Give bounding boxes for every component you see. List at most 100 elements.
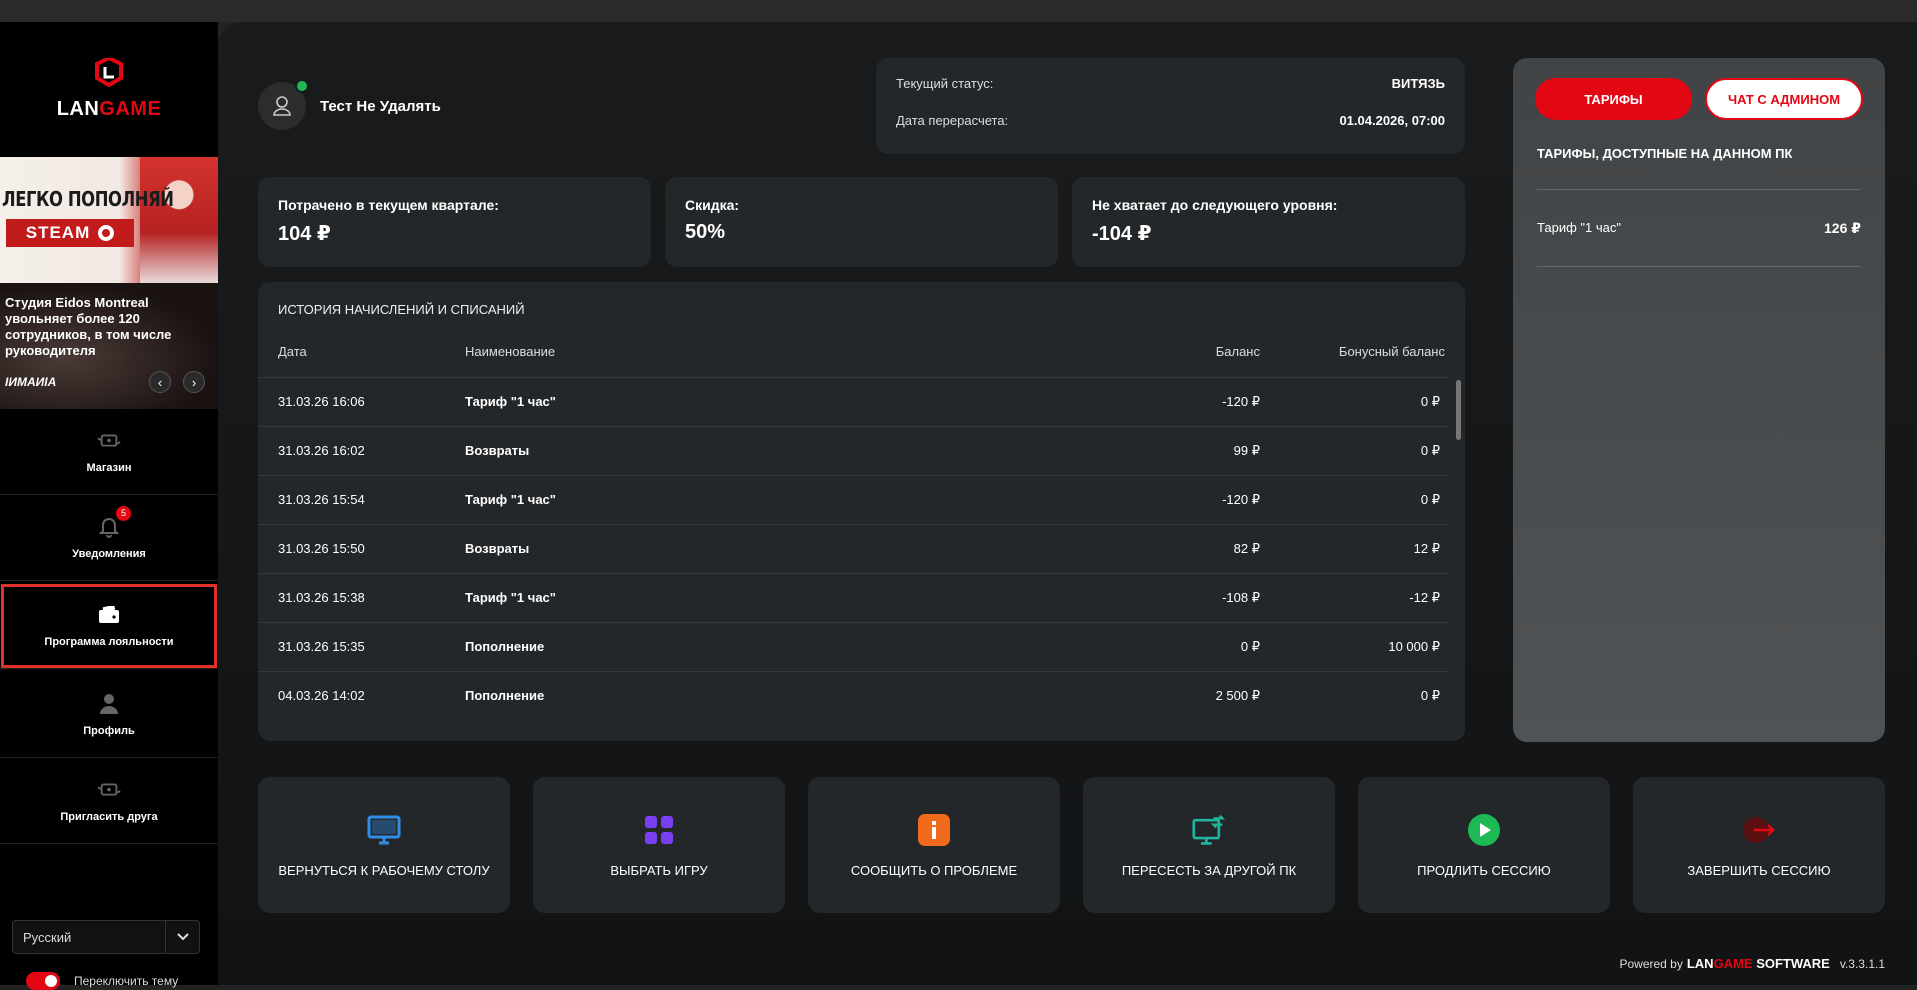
sidebar-item-profile[interactable]: Профиль — [0, 672, 218, 758]
header-balance: Баланс — [1215, 344, 1260, 359]
theme-switch-row: Переключить тему — [26, 972, 178, 990]
sidebar: LANGAME ЛЕГКО ПОПОЛНЯЙ STEAM Студия Eido… — [0, 22, 218, 990]
recalc-date-row: Дата перерасчета: 01.04.2026, 07:00 — [896, 113, 1445, 131]
play-icon — [1467, 813, 1501, 847]
langame-logo[interactable]: LANGAME — [0, 22, 218, 157]
wallet-icon — [97, 604, 121, 626]
table-row: 31.03.26 15:50 Возвраты 82 ₽ 12 ₽ — [258, 524, 1448, 573]
status-card: Текущий статус: ВИТЯЗЬ Дата перерасчета:… — [876, 58, 1465, 154]
grid-icon — [642, 813, 676, 847]
header-bonus: Бонусный баланс — [1338, 344, 1445, 359]
current-status-value: ВИТЯЗЬ — [1391, 76, 1445, 91]
table-row: 31.03.26 15:35 Пополнение 0 ₽ 10 000 ₽ — [258, 622, 1448, 671]
row-balance: 99 ₽ — [1233, 443, 1260, 458]
news-source-logo: IИMAИIA — [5, 375, 57, 389]
table-row: 31.03.26 16:06 Тариф "1 час" -120 ₽ 0 ₽ — [258, 377, 1448, 426]
promo-banner[interactable]: ЛЕГКО ПОПОЛНЯЙ STEAM Студия Eidos Montre… — [0, 157, 218, 409]
footer-brand: LANGAME SOFTWARE — [1686, 956, 1830, 971]
report-problem-button[interactable]: СООБЩИТЬ О ПРОБЛЕМЕ — [808, 777, 1060, 913]
row-balance: 2 500 ₽ — [1215, 688, 1260, 703]
recalc-date-label: Дата перерасчета: — [896, 113, 1009, 128]
stat-value: 50% — [685, 221, 726, 243]
sidebar-item-label: Пригласить друга — [60, 810, 158, 823]
stat-next-level-card: Не хватает до следующего уровня: -104 ₽ — [1072, 177, 1465, 267]
logo-mark-icon — [93, 55, 125, 92]
row-bonus: -12 ₽ — [1409, 590, 1440, 605]
promo-artwork — [140, 157, 218, 283]
divider — [1537, 189, 1861, 190]
tariffs-title: ТАРИФЫ, ДОСТУПНЫЕ НА ДАННОМ ПК — [1537, 146, 1793, 161]
stat-label: Потрачено в текущем квартале: — [278, 197, 499, 213]
stat-value: 104 ₽ — [278, 223, 331, 245]
header-name: Наименование — [465, 344, 556, 359]
switch-pc-button[interactable]: ПЕРЕСЕСТЬ ЗА ДРУГОЙ ПК — [1083, 777, 1335, 913]
user-name: Тест Не Удалять — [320, 97, 441, 115]
action-label: ПРОДЛИТЬ СЕССИЮ — [1417, 862, 1551, 878]
news-headline[interactable]: Студия Eidos Montreal увольняет более 12… — [5, 295, 210, 359]
promo-next-button[interactable]: › — [183, 371, 205, 393]
history-scrollbar[interactable] — [1456, 380, 1461, 440]
stat-spent-card: Потрачено в текущем квартале: 104 ₽ — [258, 177, 651, 267]
recalc-date-value: 01.04.2026, 07:00 — [1339, 113, 1445, 128]
tariff-item[interactable]: Тариф "1 час" 126 ₽ — [1537, 220, 1861, 237]
row-name: Тариф "1 час" — [465, 590, 556, 605]
tariff-name: Тариф "1 час" — [1537, 220, 1621, 235]
history-table: ИСТОРИЯ НАЧИСЛЕНИЙ И СПИСАНИЙ Дата Наиме… — [258, 282, 1465, 741]
steam-icon — [98, 225, 115, 241]
info-icon — [917, 813, 951, 847]
sidebar-item-notifications[interactable]: 5 Уведомления — [0, 495, 218, 581]
user-block: Тест Не Удалять — [258, 79, 441, 130]
sidebar-item-loyalty[interactable]: Программа лояльности — [0, 583, 218, 669]
promo-prev-button[interactable]: ‹ — [149, 371, 171, 393]
history-title: ИСТОРИЯ НАЧИСЛЕНИЙ И СПИСАНИЙ — [278, 302, 525, 317]
chevron-down-icon[interactable] — [165, 921, 199, 953]
tariffs-panel: ТАРИФЫ ЧАТ С АДМИНОМ ТАРИФЫ, ДОСТУПНЫЕ Н… — [1513, 58, 1885, 742]
return-desktop-button[interactable]: ВЕРНУТЬСЯ К РАБОЧЕМУ СТОЛУ — [258, 777, 510, 913]
row-bonus: 12 ₽ — [1413, 541, 1440, 556]
row-bonus: 0 ₽ — [1420, 492, 1440, 507]
row-balance: -120 ₽ — [1222, 394, 1260, 409]
chat-admin-button[interactable]: ЧАТ С АДМИНОМ — [1705, 78, 1863, 120]
extend-session-button[interactable]: ПРОДЛИТЬ СЕССИЮ — [1358, 777, 1610, 913]
sidebar-item-label: Магазин — [86, 461, 132, 474]
bell-icon: 5 — [97, 505, 131, 538]
table-row: 31.03.26 15:38 Тариф "1 час" -108 ₽ -12 … — [258, 573, 1448, 622]
sidebar-item-invite[interactable]: Пригласить друга — [0, 758, 218, 844]
footer: Powered by LANGAME SOFTWARE v.3.3.1.1 — [1619, 956, 1885, 971]
language-value: Русский — [23, 929, 72, 945]
history-header: Дата Наименование Баланс Бонусный баланс — [258, 344, 1465, 360]
version-text: v.3.3.1.1 — [1839, 956, 1885, 971]
row-date: 31.03.26 15:35 — [278, 639, 365, 654]
language-select[interactable]: Русский — [12, 920, 200, 954]
action-label: ПЕРЕСЕСТЬ ЗА ДРУГОЙ ПК — [1121, 862, 1297, 878]
row-date: 31.03.26 16:06 — [278, 394, 365, 409]
tariffs-button[interactable]: ТАРИФЫ — [1535, 78, 1692, 120]
action-label: СООБЩИТЬ О ПРОБЛЕМЕ — [850, 862, 1018, 878]
row-name: Возвраты — [465, 541, 530, 556]
action-label: ВЫБРАТЬ ИГРУ — [610, 862, 708, 878]
sidebar-item-shop[interactable]: Магазин — [0, 409, 218, 495]
choose-game-button[interactable]: ВЫБРАТЬ ИГРУ — [533, 777, 785, 913]
theme-toggle-label: Переключить тему — [74, 974, 179, 988]
powered-by-text: Powered by — [1619, 956, 1683, 971]
notification-badge: 5 — [116, 505, 131, 521]
user-icon — [97, 693, 121, 715]
sidebar-item-label: Профиль — [83, 724, 135, 737]
row-date: 31.03.26 15:54 — [278, 492, 365, 507]
stat-value: -104 ₽ — [1092, 223, 1152, 245]
logout-icon — [1742, 813, 1776, 847]
row-bonus: 0 ₽ — [1420, 443, 1440, 458]
row-date: 31.03.26 16:02 — [278, 443, 365, 458]
row-date: 31.03.26 15:38 — [278, 590, 365, 605]
shop-icon — [97, 430, 121, 452]
stat-label: Скидка: — [685, 197, 740, 213]
divider — [1537, 266, 1861, 267]
current-status-row: Текущий статус: ВИТЯЗЬ — [896, 76, 1445, 94]
tariff-price: 126 ₽ — [1824, 220, 1861, 236]
sidebar-item-label: Программа лояльности — [44, 635, 174, 648]
row-date: 04.03.26 14:02 — [278, 688, 365, 703]
monitor-icon — [367, 813, 401, 847]
theme-toggle[interactable] — [26, 972, 60, 990]
avatar[interactable] — [258, 79, 309, 130]
end-session-button[interactable]: ЗАВЕРШИТЬ СЕССИЮ — [1633, 777, 1885, 913]
